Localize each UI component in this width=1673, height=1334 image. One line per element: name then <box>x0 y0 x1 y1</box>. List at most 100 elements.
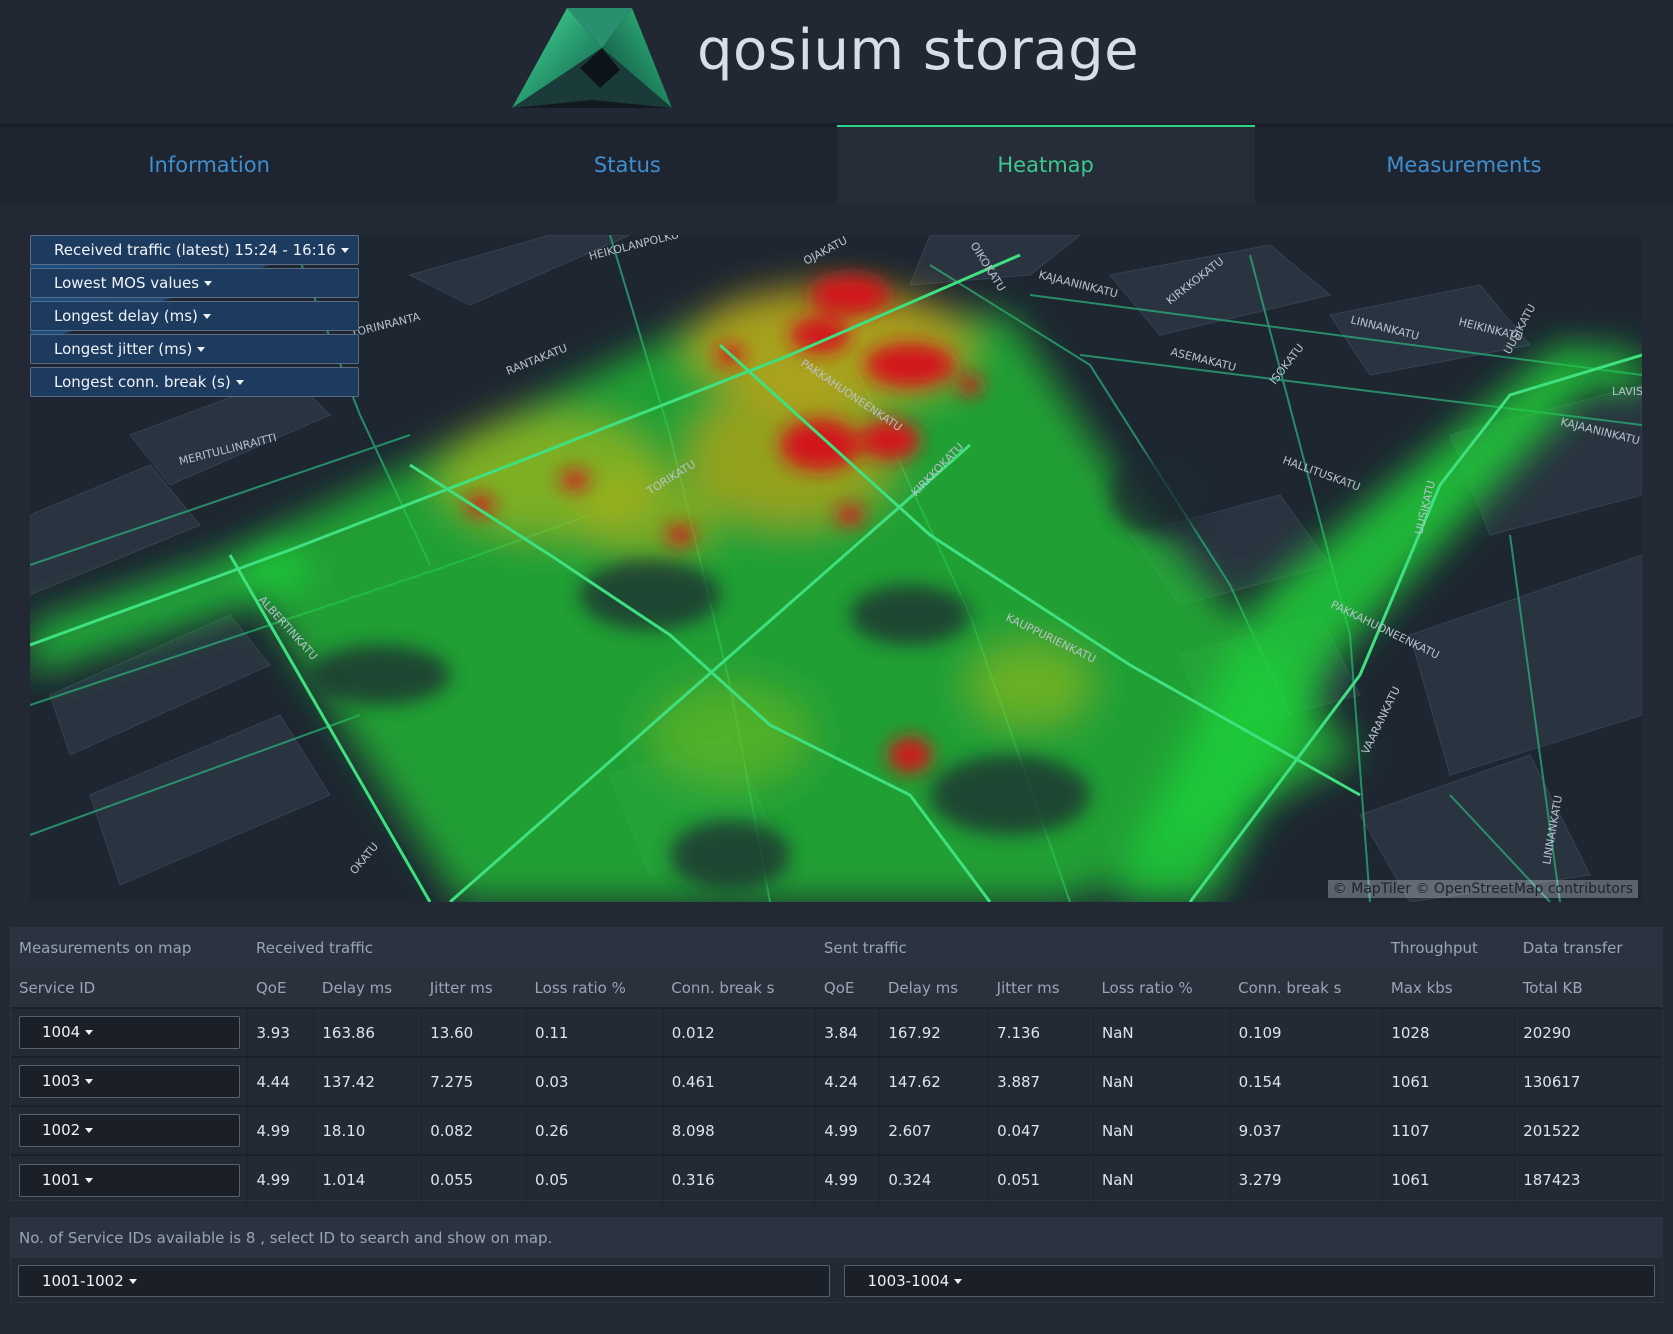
table-cell: 0.012 <box>663 1008 817 1057</box>
tab-measurements[interactable]: Measurements <box>1254 127 1673 203</box>
tab-information[interactable]: Information <box>0 127 419 203</box>
table-cell: 0.055 <box>421 1155 528 1204</box>
caret-down-icon <box>235 380 244 385</box>
tab-heatmap[interactable]: Heatmap <box>836 125 1256 203</box>
table-cell: 147.62 <box>879 1057 990 1106</box>
table-cell: 3.887 <box>988 1057 1094 1106</box>
group-received-header: Received traffic <box>247 928 816 968</box>
table-cell: 3.279 <box>1230 1155 1384 1204</box>
col-sent-delay: Delay ms <box>879 968 989 1008</box>
table-cell: 3.93 <box>247 1008 315 1057</box>
table-cell: 4.99 <box>247 1106 315 1155</box>
longest-conn-break-dropdown[interactable]: Longest conn. break (s) <box>30 367 359 397</box>
col-recv-qoe: QoE <box>247 968 314 1008</box>
table-cell: 9.037 <box>1230 1106 1384 1155</box>
col-sent-qoe: QoE <box>815 968 880 1008</box>
main-tabs: Information Status Heatmap Measurements <box>0 123 1673 203</box>
service-id-cell: 1001 <box>11 1155 249 1204</box>
table-cell: 7.275 <box>421 1057 528 1106</box>
table-cell: 13.60 <box>421 1008 528 1057</box>
service-id-label: 1004 <box>42 1023 81 1041</box>
service-id-cell: 1002 <box>11 1106 249 1155</box>
svg-text:LAVIS: LAVIS <box>1612 385 1642 398</box>
longest-delay-dropdown[interactable]: Longest delay (ms) <box>30 301 359 331</box>
table-cell: 0.461 <box>663 1057 817 1106</box>
col-recv-loss: Loss ratio % <box>526 968 664 1008</box>
table-cell: 4.24 <box>815 1057 881 1106</box>
table-cell: NaN <box>1093 1106 1231 1155</box>
measurements-table: Measurements on map Received traffic Sen… <box>10 927 1663 1204</box>
service-id-label: 1001 <box>42 1170 81 1189</box>
header: qosium storage <box>0 0 1673 123</box>
range-1003-1004-dropdown[interactable]: 1003-1004 <box>843 1265 1655 1297</box>
service-id-dropdown[interactable]: 1003 <box>19 1065 240 1098</box>
service-id-dropdown[interactable]: 1001 <box>19 1163 240 1197</box>
caret-down-icon <box>204 281 213 286</box>
received-traffic-label: Received traffic (latest) 15:24 - 16:16 <box>54 241 336 259</box>
range-1001-1002-dropdown[interactable]: 1001-1002 <box>18 1265 830 1297</box>
table-cell: 0.05 <box>526 1155 664 1204</box>
table-cell: 2.607 <box>879 1106 990 1155</box>
lowest-mos-dropdown[interactable]: Lowest MOS values <box>30 268 359 298</box>
group-throughput-header: Throughput <box>1382 928 1515 968</box>
range-label: 1003-1004 <box>867 1272 950 1290</box>
map-attribution[interactable]: © MapTiler © OpenStreetMap contributors <box>1327 880 1638 898</box>
table-cell: 4.99 <box>815 1106 881 1155</box>
table-cell: 4.99 <box>815 1155 881 1204</box>
table-row: 1002 4.99 18.10 0.082 0.26 8.098 4.99 2.607 0.04… <box>11 1106 1662 1155</box>
table-cell: 163.86 <box>313 1008 423 1057</box>
table-cell: 8.098 <box>663 1106 817 1155</box>
col-sent-conn-break: Conn. break s <box>1230 968 1383 1008</box>
table-cell: 0.051 <box>988 1155 1094 1204</box>
range-label: 1001-1002 <box>42 1272 124 1290</box>
table-cell: 0.316 <box>663 1155 817 1204</box>
table-cell: 1028 <box>1382 1008 1516 1057</box>
table-cell: 1061 <box>1382 1155 1516 1204</box>
table-cell: 137.42 <box>313 1057 423 1106</box>
longest-conn-break-label: Longest conn. break (s) <box>54 373 231 391</box>
col-recv-conn-break: Conn. break s <box>663 968 816 1008</box>
table-cell: 1.014 <box>313 1155 423 1204</box>
caret-down-icon <box>197 347 206 352</box>
service-id-label: 1002 <box>42 1121 81 1139</box>
tab-status[interactable]: Status <box>418 127 837 203</box>
caret-down-icon <box>340 248 349 253</box>
table-cell: 4.44 <box>247 1057 315 1106</box>
col-recv-delay: Delay ms <box>313 968 422 1008</box>
column-headers: Service ID QoE Delay ms Jitter ms Loss r… <box>11 968 1662 1008</box>
caret-down-icon <box>85 1079 94 1084</box>
caret-down-icon <box>85 1030 94 1035</box>
table-cell: 0.26 <box>526 1106 664 1155</box>
table-cell: 0.324 <box>879 1155 990 1204</box>
caret-down-icon <box>85 1177 94 1183</box>
longest-jitter-label: Longest jitter (ms) <box>54 340 193 358</box>
col-sent-jitter: Jitter ms <box>988 968 1094 1008</box>
table-cell: NaN <box>1093 1008 1231 1057</box>
caret-down-icon <box>128 1279 137 1284</box>
table-cell: 187423 <box>1514 1155 1662 1204</box>
col-max-kbs: Max kbs <box>1382 968 1515 1008</box>
table-body: 1004 3.93 163.86 13.60 0.11 0.012 3.84 167.92 7.… <box>11 1008 1662 1204</box>
service-id-dropdown[interactable]: 1004 <box>19 1016 240 1049</box>
table-cell: 4.99 <box>247 1155 315 1204</box>
longest-jitter-dropdown[interactable]: Longest jitter (ms) <box>30 334 359 364</box>
col-sent-loss: Loss ratio % <box>1093 968 1231 1008</box>
received-traffic-dropdown[interactable]: Received traffic (latest) 15:24 - 16:16 <box>30 235 359 265</box>
service-id-dropdown[interactable]: 1002 <box>19 1114 240 1147</box>
longest-delay-label: Longest delay (ms) <box>54 307 198 325</box>
group-measurements-header: Measurements on map <box>11 928 248 968</box>
qosium-logo-icon <box>512 8 672 108</box>
table-row: 1001 4.99 1.014 0.055 0.05 0.316 4.99 0.324 0.05… <box>11 1155 1662 1204</box>
map-layer-controls: Received traffic (latest) 15:24 - 16:16 … <box>30 235 359 397</box>
caret-down-icon <box>954 1279 963 1284</box>
brand-title: qosium storage <box>697 18 1140 83</box>
table-cell: 1061 <box>1382 1057 1516 1106</box>
caret-down-icon <box>202 314 211 319</box>
table-cell: 0.154 <box>1230 1057 1384 1106</box>
table-cell: NaN <box>1093 1155 1231 1204</box>
service-id-selector: No. of Service IDs available is 8 , sele… <box>10 1217 1663 1303</box>
table-cell: 167.92 <box>879 1008 990 1057</box>
table-cell: NaN <box>1093 1057 1231 1106</box>
heatmap-map[interactable]: HEIKOLANPOLKU TORINRANTA RANTAKATU MERIT… <box>30 235 1642 902</box>
table-cell: 0.03 <box>526 1057 664 1106</box>
